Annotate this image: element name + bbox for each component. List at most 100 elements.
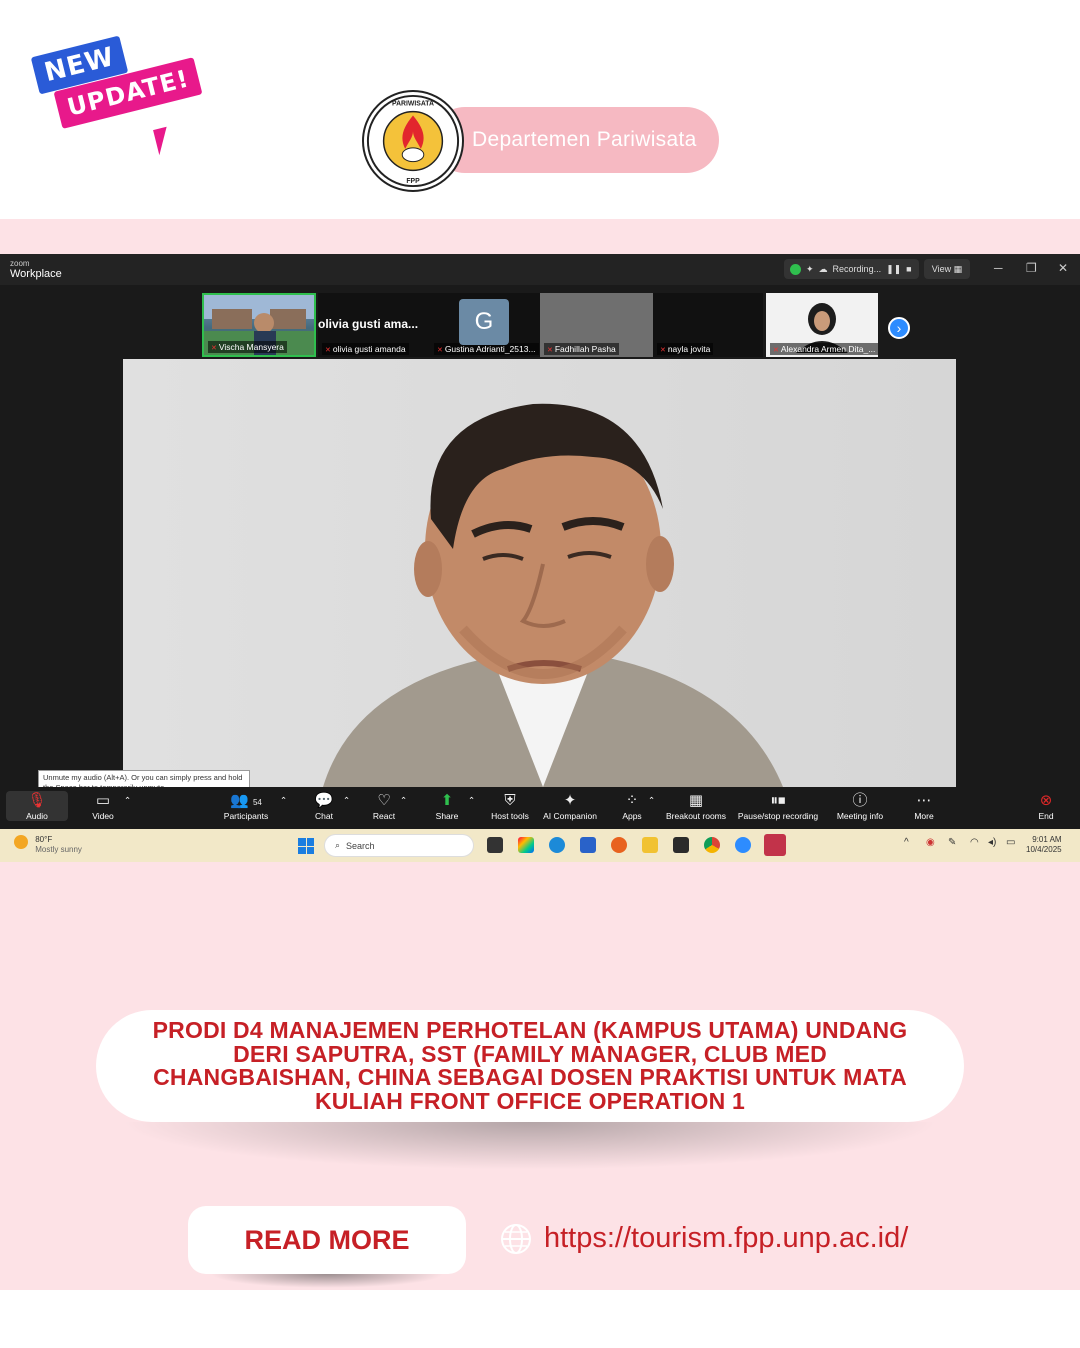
- audio-button[interactable]: 🎙 Audio: [6, 791, 68, 821]
- participant-avatar: G: [459, 299, 509, 345]
- share-screen-icon: ⬆: [440, 792, 454, 809]
- share-label: Share: [435, 811, 459, 821]
- apps-label: Apps: [622, 811, 642, 821]
- end-close-icon: ⊗: [1039, 792, 1053, 809]
- more-button[interactable]: ⋯ More: [908, 791, 940, 821]
- chat-label: Chat: [315, 811, 333, 821]
- host-tools-label: Host tools: [491, 811, 529, 821]
- temperature: 80°F: [35, 835, 53, 844]
- breakout-rooms-button[interactable]: ▦ Breakout rooms: [664, 791, 728, 821]
- pause-recording-button[interactable]: ⏸⏹ Pause/stop recording: [736, 791, 820, 821]
- tray-chevron-icon[interactable]: ^: [904, 837, 909, 848]
- participant-tile[interactable]: nayla jovita: [653, 293, 763, 357]
- svg-text:PARIWISATA: PARIWISATA: [392, 101, 434, 108]
- store-icon[interactable]: [580, 837, 596, 853]
- breakout-rooms-icon: ▦: [688, 792, 704, 809]
- close-icon[interactable]: ✕: [1058, 261, 1068, 275]
- host-shield-icon: ⛨: [504, 792, 516, 809]
- task-view-icon[interactable]: [487, 837, 503, 853]
- taskbar-search[interactable]: ⌕ Search: [324, 834, 474, 857]
- video-button[interactable]: ▭ Video: [82, 791, 124, 821]
- apps-button[interactable]: ⁘ Apps: [618, 791, 646, 821]
- recorder-app-icon[interactable]: [764, 834, 786, 856]
- read-more-shadow: [210, 1274, 444, 1288]
- more-label: More: [914, 811, 934, 821]
- participant-tile[interactable]: Fadhillah Pasha: [540, 293, 653, 357]
- sticky-notes-icon[interactable]: [673, 837, 689, 853]
- clock-time: 9:01 AM: [1032, 835, 1062, 844]
- weather-description: Mostly sunny: [35, 845, 82, 854]
- website-link[interactable]: https://tourism.fpp.unp.ac.id/: [500, 1222, 908, 1255]
- participants-label: Participants: [223, 811, 269, 821]
- zoom-window: zoom Workplace ✦ ☁ Recording... ❚❚ ■ Vie…: [0, 254, 1080, 862]
- heart-react-icon: ♡: [377, 792, 391, 809]
- zoom-app-icon[interactable]: [735, 837, 751, 853]
- chrome-icon[interactable]: [704, 837, 720, 853]
- sparkle-icon: ✦: [806, 263, 814, 274]
- windows-start-icon[interactable]: [298, 838, 314, 854]
- recording-indicator[interactable]: ✦ ☁ Recording... ❚❚ ■: [784, 259, 919, 279]
- participants-icon: 👥 54: [230, 792, 262, 809]
- apps-chevron-icon[interactable]: ⌃: [648, 795, 655, 806]
- participants-chevron-icon[interactable]: ⌃: [280, 795, 287, 806]
- stop-icon[interactable]: ■: [906, 264, 911, 274]
- end-meeting-button[interactable]: ⊗ End: [1032, 791, 1060, 821]
- end-label: End: [1038, 811, 1054, 821]
- info-icon: ⓘ: [852, 792, 868, 809]
- breakout-rooms-label: Breakout rooms: [666, 811, 726, 821]
- firefox-icon[interactable]: [611, 837, 627, 853]
- participants-button[interactable]: 👥 54 Participants: [218, 791, 274, 821]
- tray-app-icon[interactable]: ◉: [926, 837, 935, 848]
- video-options-chevron-icon[interactable]: ⌃: [124, 795, 131, 806]
- chat-button[interactable]: 💬 Chat: [306, 791, 342, 821]
- faculty-logo: PARIWISATA FPP: [362, 90, 464, 192]
- zoom-toolbar: 🎙 Audio ▭ Video ⌃ 👥 54 Participants ⌃ 💬 …: [0, 787, 1080, 829]
- restore-icon[interactable]: ❐: [1026, 261, 1037, 275]
- volume-icon[interactable]: ◂): [988, 837, 996, 848]
- taskbar-clock[interactable]: 9:01 AM 10/4/2025: [1026, 835, 1062, 855]
- copilot-icon[interactable]: [518, 837, 534, 853]
- battery-icon[interactable]: ▭: [1006, 837, 1015, 848]
- react-label: React: [372, 811, 396, 821]
- react-button[interactable]: ♡ React: [366, 791, 402, 821]
- microphone-muted-icon: 🎙: [27, 792, 47, 809]
- react-chevron-icon[interactable]: ⌃: [400, 795, 407, 806]
- audio-label: Audio: [26, 811, 48, 821]
- read-more-button[interactable]: READ MORE: [188, 1206, 466, 1274]
- chat-bubble-icon: 💬: [314, 792, 334, 809]
- faculty-seal-icon: PARIWISATA FPP: [366, 94, 460, 188]
- participant-tile[interactable]: Vischa Mansyera: [202, 293, 316, 357]
- wifi-icon[interactable]: ◠: [970, 837, 979, 848]
- headline-text: PRODI D4 MANAJEMEN PERHOTELAN (KAMPUS UT…: [152, 1017, 908, 1114]
- edge-browser-icon[interactable]: [549, 837, 565, 853]
- zoom-brand: zoom Workplace: [10, 259, 62, 280]
- share-button[interactable]: ⬆ Share: [428, 791, 466, 821]
- pause-icon[interactable]: ❚❚: [886, 264, 901, 275]
- globe-icon: [501, 1223, 531, 1254]
- website-url[interactable]: https://tourism.fpp.unp.ac.id/: [544, 1222, 908, 1255]
- share-chevron-icon[interactable]: ⌃: [468, 795, 475, 806]
- weather-widget[interactable]: 80°F Mostly sunny: [14, 835, 82, 855]
- participant-name: Vischa Mansyera: [208, 341, 287, 353]
- host-tools-button[interactable]: ⛨ Host tools: [488, 791, 532, 821]
- read-more-label: READ MORE: [244, 1224, 410, 1255]
- meeting-info-button[interactable]: ⓘ Meeting info: [833, 791, 887, 821]
- sun-icon: [14, 835, 28, 849]
- new-update-badge: NEW UPDATE!: [30, 35, 203, 156]
- search-label: Search: [346, 840, 375, 851]
- participant-name: olivia gusti amanda: [322, 343, 409, 355]
- view-button[interactable]: View ▦: [924, 259, 970, 279]
- speaker-video: [123, 359, 956, 787]
- file-explorer-icon[interactable]: [642, 837, 658, 853]
- headline-card: PRODI D4 MANAJEMEN PERHOTELAN (KAMPUS UT…: [96, 1010, 964, 1122]
- participant-strip: Vischa Mansyera olivia gusti amanda oliv…: [0, 291, 1080, 357]
- ai-companion-button[interactable]: ✦ AI Companion: [540, 791, 600, 821]
- minimize-icon[interactable]: ─: [994, 261, 1003, 275]
- participant-name: nayla jovita: [657, 343, 714, 355]
- windows-taskbar: 80°F Mostly sunny ⌕ Search ^ ◉ ✎ ◠ ◂) ▭ …: [0, 829, 1080, 862]
- participant-tile[interactable]: Alexandra Armen Dita_...: [766, 293, 879, 357]
- chat-chevron-icon[interactable]: ⌃: [343, 795, 350, 806]
- tray-pen-icon[interactable]: ✎: [948, 837, 956, 848]
- next-page-chevron-icon[interactable]: ›: [888, 317, 910, 339]
- more-dots-icon: ⋯: [916, 792, 932, 809]
